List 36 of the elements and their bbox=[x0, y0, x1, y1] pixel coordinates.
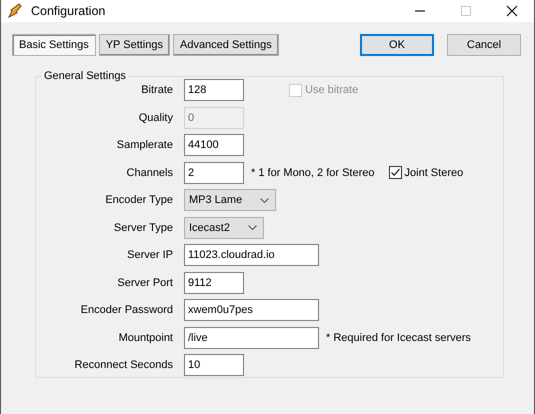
field-label: Quality bbox=[138, 112, 173, 124]
field-label: Reconnect Seconds bbox=[74, 359, 173, 371]
cancel-button[interactable]: Cancel bbox=[447, 34, 521, 56]
field-label: Server Type bbox=[112, 222, 173, 234]
checkbox[interactable]: Joint Stereo bbox=[388, 166, 464, 179]
input-field[interactable]: 2 bbox=[184, 162, 244, 184]
input-field[interactable]: 10 bbox=[184, 354, 244, 376]
field-label: Server IP bbox=[126, 249, 173, 261]
input-field[interactable]: /live bbox=[184, 326, 319, 348]
field-label: Mountpoint bbox=[118, 332, 173, 344]
input-field[interactable]: 44100 bbox=[184, 134, 244, 156]
hint-text: * Required for Icecast servers bbox=[326, 332, 471, 344]
app-icon bbox=[7, 3, 23, 19]
ok-button[interactable]: OK bbox=[360, 34, 434, 56]
window-title: Configuration bbox=[31, 4, 106, 18]
field-label: Channels bbox=[126, 166, 173, 178]
tab[interactable]: Basic Settings bbox=[12, 34, 96, 56]
field-label: Encoder Type bbox=[104, 194, 173, 206]
tab[interactable]: Advanced Settings bbox=[172, 34, 279, 56]
group-title: General Settings bbox=[43, 70, 127, 82]
field-label: Bitrate bbox=[140, 84, 173, 96]
field-label: Samplerate bbox=[116, 139, 173, 151]
dropdown[interactable]: Icecast2 bbox=[184, 216, 264, 238]
input-field[interactable]: xwem0u7pes bbox=[184, 299, 319, 321]
hint-text: * 1 for Mono, 2 for Stereo bbox=[251, 166, 375, 178]
input-field[interactable]: 11023.cloudrad.io bbox=[184, 244, 319, 266]
input-field[interactable]: 9112 bbox=[184, 272, 244, 294]
caret-icon bbox=[248, 225, 257, 230]
tab[interactable]: YP Settings bbox=[98, 34, 170, 56]
field-label: Server Port bbox=[116, 276, 173, 288]
caret-icon bbox=[260, 198, 270, 202]
check-icon bbox=[390, 167, 401, 178]
field-label: Encoder Password bbox=[80, 304, 173, 316]
dropdown[interactable]: MP3 Lame bbox=[184, 189, 276, 211]
input-field[interactable]: 128 bbox=[184, 79, 244, 101]
close-icon[interactable] bbox=[506, 5, 518, 17]
